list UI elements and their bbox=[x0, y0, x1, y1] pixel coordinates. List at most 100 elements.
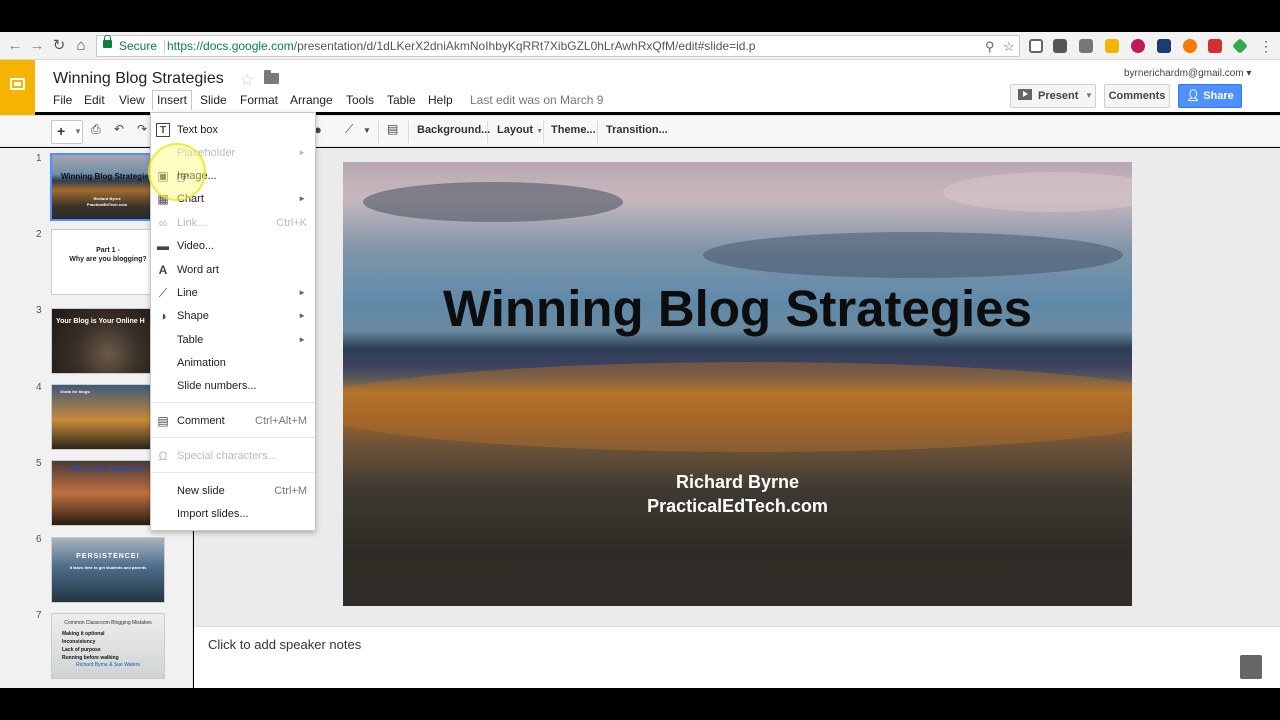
menu-help[interactable]: Help bbox=[428, 93, 453, 107]
home-icon[interactable]: ⌂ bbox=[72, 37, 90, 55]
menu-item-new-slide[interactable]: New slide Ctrl+M bbox=[151, 480, 315, 502]
menu-item-label: Import slides... bbox=[177, 508, 249, 520]
back-icon[interactable]: ← bbox=[6, 37, 24, 55]
menu-item-table[interactable]: Table ► bbox=[151, 329, 315, 351]
menu-view[interactable]: View bbox=[119, 93, 145, 107]
speaker-notes-placeholder[interactable]: Click to add speaker notes bbox=[208, 637, 361, 652]
theme-button[interactable]: Theme... bbox=[551, 124, 596, 136]
extension-bars-icon[interactable] bbox=[1105, 39, 1119, 53]
toolbar-divider bbox=[543, 121, 544, 143]
menu-arrange[interactable]: Arrange bbox=[290, 93, 333, 107]
menu-item-shortcut: Ctrl+K bbox=[276, 217, 307, 229]
print-icon[interactable]: ⎙ bbox=[91, 122, 101, 137]
text-box-icon: T bbox=[156, 123, 170, 137]
extension-n-icon[interactable] bbox=[1157, 39, 1171, 53]
line-icon: ⟋ bbox=[158, 286, 168, 300]
zoom-icon[interactable]: ⚲ bbox=[985, 39, 995, 55]
slide-thumbnail[interactable]: Who is your audience? bbox=[51, 460, 165, 526]
menu-format[interactable]: Format bbox=[240, 93, 278, 107]
slide-thumbnail[interactable]: Part 1 - Why are you blogging? bbox=[51, 229, 165, 295]
menu-item-import-slides[interactable]: Import slides... bbox=[151, 503, 315, 525]
extension-shield-icon[interactable] bbox=[1053, 39, 1067, 53]
menu-item-animation[interactable]: Animation bbox=[151, 352, 315, 374]
menu-edit[interactable]: Edit bbox=[84, 93, 105, 107]
extension-circle-icon[interactable] bbox=[1131, 39, 1145, 53]
speaker-notes[interactable]: Click to add speaker notes bbox=[194, 626, 1280, 688]
menu-item-word-art[interactable]: A Word art bbox=[151, 259, 315, 281]
menu-tools[interactable]: Tools bbox=[346, 93, 374, 107]
menu-insert[interactable]: Insert bbox=[152, 90, 193, 110]
document-title[interactable]: Winning Blog Strategies bbox=[53, 70, 224, 88]
line-dropdown-icon[interactable]: ▼ bbox=[363, 126, 371, 135]
menu-item-slide-numbers[interactable]: Slide numbers... bbox=[151, 375, 315, 397]
menu-file[interactable]: File bbox=[53, 93, 72, 107]
cast-icon[interactable] bbox=[1029, 39, 1043, 53]
menu-item-comment[interactable]: ▤ Comment Ctrl+Alt+M bbox=[151, 410, 315, 432]
slide-number: 4 bbox=[36, 382, 42, 393]
drive-icon[interactable] bbox=[1232, 38, 1248, 54]
slide-number: 1 bbox=[36, 153, 42, 164]
explore-icon[interactable] bbox=[1240, 655, 1262, 679]
url-path: /presentation/d/1dLKerX2dniAkmNoIhbyKqRR… bbox=[293, 39, 756, 53]
slide-thumbnail[interactable]: Your Blog is Your Online H bbox=[51, 308, 165, 374]
background-button[interactable]: Background... bbox=[417, 124, 490, 136]
submenu-arrow-icon: ► bbox=[298, 288, 306, 297]
menu-item-label: Comment bbox=[177, 415, 225, 427]
extension-orange-icon[interactable] bbox=[1183, 39, 1197, 53]
present-dropdown-icon[interactable]: ▼ bbox=[1085, 85, 1093, 107]
cloud-shape bbox=[943, 172, 1132, 212]
slide-thumbnail[interactable]: Goals for blogs: bbox=[51, 384, 165, 450]
menu-item-text-box[interactable]: T Text box bbox=[151, 119, 315, 141]
comment-icon[interactable]: ▤ bbox=[387, 122, 398, 136]
extension-bookmark-icon[interactable] bbox=[1079, 39, 1093, 53]
comment-icon: ▤ bbox=[157, 414, 169, 428]
new-slide-dropdown-icon[interactable]: ▼ bbox=[74, 121, 82, 142]
menu-item-label: Link... bbox=[177, 217, 207, 229]
menu-slide[interactable]: Slide bbox=[200, 93, 227, 107]
undo-icon[interactable]: ↶ bbox=[114, 122, 124, 136]
extension-pinterest-icon[interactable] bbox=[1208, 39, 1222, 53]
slide-thumbnail[interactable]: PERSISTENCE! It takes time to get studen… bbox=[51, 537, 165, 603]
toolbar-divider bbox=[487, 121, 488, 143]
present-button[interactable]: Present ▼ bbox=[1010, 84, 1096, 108]
slide-author[interactable]: Richard Byrne bbox=[343, 472, 1132, 493]
account-email[interactable]: byrnerichardm@gmail.com ▾ bbox=[1124, 68, 1251, 79]
transition-button[interactable]: Transition... bbox=[606, 124, 668, 136]
slide-thumbnail[interactable]: Winning Blog Strategies Richard Byrne Pr… bbox=[50, 153, 164, 221]
slide-thumbnail[interactable]: Common Classroom Blogging Mistakes Makin… bbox=[51, 613, 165, 679]
menu-item-shape[interactable]: ◑ Shape ► bbox=[151, 305, 315, 327]
last-edit-status[interactable]: Last edit was on March 9 bbox=[470, 93, 603, 107]
menu-divider bbox=[151, 472, 315, 473]
bookmark-star-icon[interactable]: ☆ bbox=[1003, 39, 1015, 55]
thumb-subtitle: It takes time to get students and parent… bbox=[69, 565, 147, 570]
thumb-credits: Richard Byrne & Sue Waters bbox=[76, 662, 140, 668]
current-slide[interactable]: Winning Blog Strategies Richard Byrne Pr… bbox=[343, 162, 1132, 606]
forward-icon[interactable]: → bbox=[28, 37, 46, 55]
submenu-arrow-icon: ► bbox=[298, 335, 306, 344]
line-icon[interactable]: ⟋ bbox=[345, 122, 353, 137]
url-text[interactable]: https://docs.google.com/presentation/d/1… bbox=[167, 39, 755, 53]
layout-button[interactable]: Layout ▼ bbox=[497, 124, 543, 136]
menu-item-link: ∞ Link... Ctrl+K bbox=[151, 212, 315, 234]
omega-icon: Ω bbox=[158, 449, 168, 463]
menu-item-label: Animation bbox=[177, 357, 226, 369]
chrome-menu-icon[interactable]: ⋮ bbox=[1257, 37, 1275, 55]
submenu-arrow-icon: ► bbox=[298, 311, 306, 320]
thumb-title: Part 1 - bbox=[96, 247, 120, 254]
thumb-subtitle: PracticalEdTech.com bbox=[86, 202, 128, 207]
menu-item-line[interactable]: ⟋ Line ► bbox=[151, 282, 315, 304]
share-button[interactable]: 👤︎ Share bbox=[1178, 84, 1242, 108]
slide-site[interactable]: PracticalEdTech.com bbox=[343, 496, 1132, 517]
comments-button[interactable]: Comments bbox=[1104, 84, 1170, 108]
star-icon[interactable]: ☆ bbox=[240, 70, 254, 90]
redo-icon[interactable]: ↷ bbox=[137, 122, 147, 136]
account-email-text: byrnerichardm@gmail.com bbox=[1124, 68, 1244, 79]
slides-logo-icon[interactable] bbox=[0, 60, 35, 115]
menu-table[interactable]: Table bbox=[387, 93, 416, 107]
new-slide-button[interactable]: + ▼ bbox=[51, 120, 83, 144]
reload-icon[interactable]: ↻ bbox=[50, 37, 68, 55]
menu-item-video[interactable]: ▬ Video... bbox=[151, 235, 315, 257]
address-bar[interactable]: Secure https://docs.google.com/presentat… bbox=[96, 35, 1020, 57]
folder-icon[interactable] bbox=[264, 70, 279, 84]
slide-title[interactable]: Winning Blog Strategies bbox=[343, 279, 1132, 338]
